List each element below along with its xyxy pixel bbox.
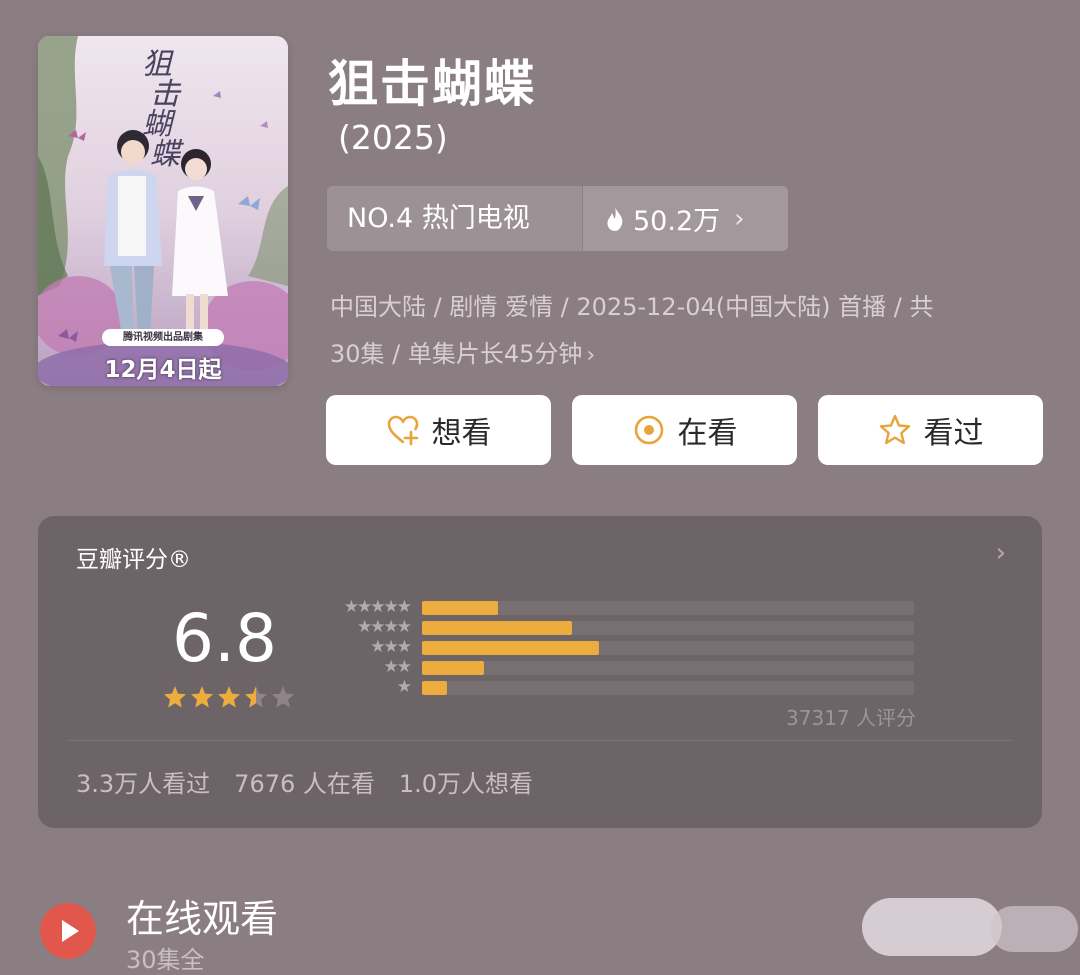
meta-info[interactable]: 中国大陆 / 剧情 爱情 / 2025-12-04(中国大陆) 首播 / 共 3… bbox=[330, 284, 1020, 379]
rank-label: NO.4 热门电视 bbox=[327, 186, 583, 251]
online-watch-subtitle: 30集全 bbox=[126, 946, 205, 974]
stat-watching[interactable]: 7676 人在看 bbox=[234, 764, 375, 799]
poster-release-date: 12月4日起 bbox=[104, 357, 222, 383]
distribution-bar bbox=[422, 621, 573, 635]
rank-pill[interactable]: NO.4 热门电视 50.2万 › bbox=[327, 186, 788, 251]
stat-want[interactable]: 1.0万人想看 bbox=[399, 764, 533, 799]
poster-title-char: 狙 bbox=[142, 47, 172, 82]
poster-badge: 腾讯视频出品剧集 bbox=[102, 329, 224, 346]
star-outline-icon bbox=[879, 414, 910, 445]
distribution-bar-track bbox=[422, 661, 914, 675]
rating-star-icon bbox=[245, 686, 267, 708]
distribution-bar bbox=[422, 601, 499, 615]
distribution-stars-label: ★★★★ bbox=[357, 617, 412, 637]
chevron-right-icon: › bbox=[586, 343, 596, 368]
distribution-stars-label: ★★ bbox=[383, 657, 413, 677]
distribution-bar bbox=[422, 641, 600, 655]
rating-star-icon bbox=[272, 686, 294, 708]
rating-star-icon bbox=[218, 686, 240, 708]
distribution-bar bbox=[422, 681, 447, 695]
want-to-watch-label: 想看 bbox=[431, 416, 492, 451]
stat-watched[interactable]: 3.3万人看过 bbox=[76, 764, 210, 799]
distribution-bar bbox=[422, 661, 485, 675]
rating-count: 37317 人评分 bbox=[786, 706, 916, 730]
meta-line-2: 30集 / 单集片长45分钟 bbox=[330, 340, 583, 368]
distribution-bar-track bbox=[422, 681, 914, 695]
rating-star-icon bbox=[164, 686, 186, 708]
audience-stats: 3.3万人看过 7676 人在看 1.0万人想看 bbox=[76, 764, 533, 799]
poster-image[interactable]: 狙击蝴蝶 腾讯视频出品剧集 12月4日起 bbox=[38, 36, 288, 386]
rating-score: 6.8 bbox=[172, 600, 277, 677]
play-icon[interactable] bbox=[40, 903, 96, 959]
meta-line-1: 中国大陆 / 剧情 爱情 / 2025-12-04(中国大陆) 首播 / 共 bbox=[330, 293, 934, 321]
distribution-stars-label: ★★★★★ bbox=[343, 597, 412, 617]
divider bbox=[68, 740, 1012, 741]
poster-title-char: 蝶 bbox=[150, 137, 180, 172]
release-year: (2025) bbox=[338, 118, 448, 157]
watching-label: 在看 bbox=[677, 416, 738, 451]
distribution-stars-label: ★ bbox=[396, 677, 412, 697]
distribution-bar-track bbox=[422, 621, 914, 635]
rating-title: 豆瓣评分® bbox=[76, 547, 191, 573]
watched-label: 看过 bbox=[923, 416, 984, 451]
distribution-bar-track bbox=[422, 641, 914, 655]
watching-button[interactable]: 在看 bbox=[572, 395, 797, 465]
distribution-stars-label: ★★★ bbox=[370, 637, 412, 657]
flame-icon bbox=[607, 206, 623, 231]
heart-plus-icon bbox=[387, 415, 418, 446]
page-title: 狙击蝴蝶 bbox=[328, 55, 536, 113]
poster-title-char: 蝴 bbox=[142, 107, 172, 142]
rating-stars bbox=[162, 684, 296, 710]
watch-platform-button-secondary[interactable] bbox=[990, 906, 1078, 952]
rating-card[interactable]: 豆瓣评分® › 6.8 ★★★★★ ★★★★ ★★★ ★★ ★ 37317 人评分 3.… bbox=[38, 516, 1042, 828]
heat-indicator[interactable]: 50.2万 › bbox=[583, 186, 788, 251]
heat-value: 50.2万 bbox=[633, 206, 721, 237]
poster-title-char: 击 bbox=[150, 77, 180, 112]
chevron-right-icon: › bbox=[734, 203, 745, 234]
meta-line-2-wrap: 30集 / 单集片长45分钟 › bbox=[330, 331, 1020, 379]
distribution-bar-track bbox=[422, 601, 914, 615]
poster-title: 狙击蝴蝶 bbox=[138, 50, 182, 170]
rating-star-icon bbox=[191, 686, 213, 708]
watched-button[interactable]: 看过 bbox=[818, 395, 1043, 465]
watch-platform-button[interactable] bbox=[862, 898, 1002, 956]
want-to-watch-button[interactable]: 想看 bbox=[326, 395, 551, 465]
target-circle-icon bbox=[634, 415, 663, 445]
chevron-right-icon[interactable]: › bbox=[996, 538, 1006, 568]
online-watch-title: 在线观看 bbox=[126, 897, 279, 941]
